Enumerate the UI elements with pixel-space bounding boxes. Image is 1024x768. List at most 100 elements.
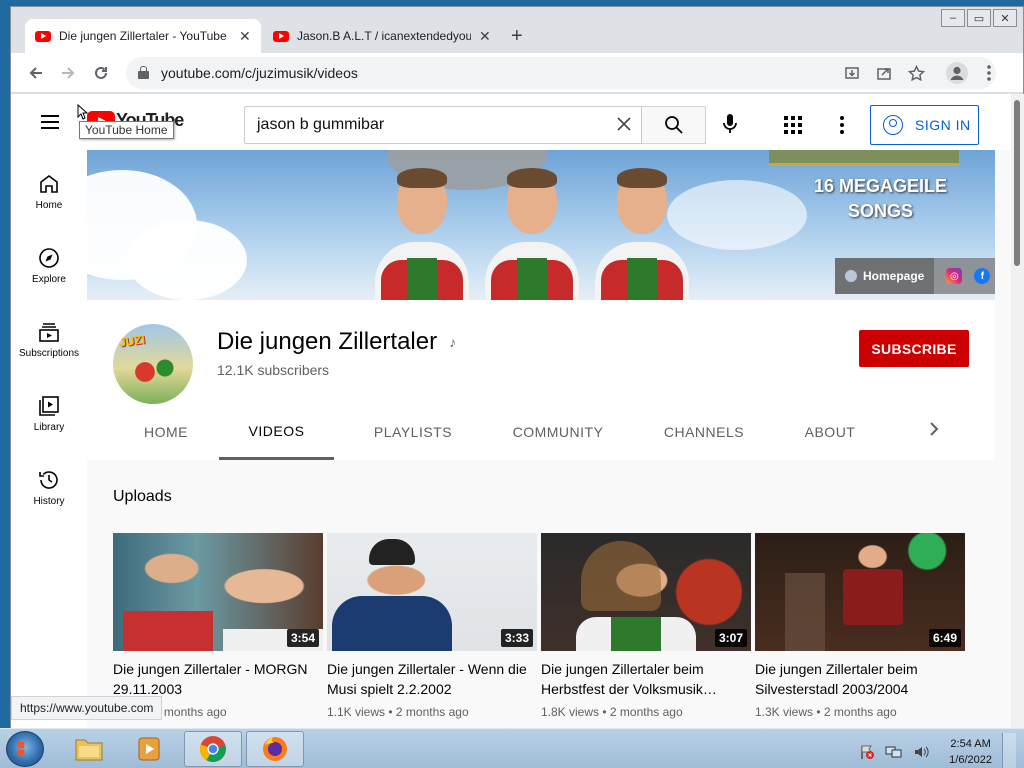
subscribe-button[interactable]: SUBSCRIBE <box>859 330 969 367</box>
guide-item-subscriptions[interactable]: Subscriptions <box>11 306 87 366</box>
tab-home[interactable]: HOME <box>129 404 203 460</box>
youtube-favicon-icon <box>35 30 51 42</box>
media-player-taskbar-button[interactable] <box>120 731 178 767</box>
guide-label: Home <box>35 200 63 211</box>
video-thumbnail[interactable]: 6:49 <box>755 533 965 651</box>
close-tab-icon[interactable]: ✕ <box>479 28 491 45</box>
back-icon[interactable] <box>24 61 48 85</box>
compass-icon <box>39 248 59 268</box>
guide-item-history[interactable]: History <box>11 454 87 514</box>
hamburger-menu-icon[interactable] <box>41 115 59 129</box>
chrome-taskbar-button[interactable] <box>184 731 242 767</box>
tab-youtube[interactable]: Die jungen Zillertaler - YouTube ✕ <box>25 19 261 53</box>
channel-avatar: JUZI <box>113 324 193 404</box>
system-tray: 2:54 AM 1/6/2022 <box>859 733 1016 768</box>
profile-icon[interactable] <box>945 61 969 85</box>
subscriptions-icon <box>39 323 59 342</box>
video-title[interactable]: Die jungen Zillertaler beim Herbstfest d… <box>541 659 751 699</box>
close-tab-icon[interactable]: ✕ <box>239 28 251 45</box>
web-page: YouTube YouTube Home jason b gummibar SI… <box>11 94 1011 729</box>
channel-header: JUZI Die jungen Zillertaler ♪ 12.1K subs… <box>87 300 995 460</box>
page-scrollbar[interactable] <box>1011 94 1024 729</box>
facebook-icon[interactable]: f <box>974 268 991 284</box>
install-app-icon[interactable] <box>840 61 864 85</box>
history-icon <box>39 471 58 489</box>
tab-about[interactable]: ABOUT <box>779 404 881 460</box>
bookmark-star-icon[interactable] <box>904 61 928 85</box>
start-button[interactable] <box>6 731 44 767</box>
lock-icon <box>138 66 149 79</box>
sign-in-button[interactable]: SIGN IN <box>870 105 979 145</box>
chevron-right-icon[interactable] <box>929 420 939 443</box>
window-controls: – ▭ ✕ <box>941 9 1017 27</box>
video-meta: 1.1K views • 2 months ago <box>327 705 469 719</box>
tab-playlists[interactable]: PLAYLISTS <box>349 404 477 460</box>
video-card[interactable]: 3:33 Die jungen Zillertaler - Wenn die M… <box>327 533 537 719</box>
windows-taskbar: 2:54 AM 1/6/2022 <box>0 728 1024 768</box>
apps-grid-icon[interactable] <box>784 116 802 134</box>
banner-person <box>477 168 587 300</box>
home-icon <box>40 175 58 193</box>
tab-jason[interactable]: Jason.B A.L.T / icanextendedyour... ✕ <box>263 19 501 53</box>
guide-item-library[interactable]: Library <box>11 380 87 440</box>
tab-title: Jason.B A.L.T / icanextendedyour... <box>297 29 471 43</box>
clock-time: 2:54 AM <box>950 738 991 750</box>
close-window-button[interactable]: ✕ <box>993 9 1017 27</box>
uploads-heading: Uploads <box>113 488 172 505</box>
video-title[interactable]: Die jungen Zillertaler - Wenn die Musi s… <box>327 659 537 699</box>
music-note-icon: ♪ <box>449 334 457 350</box>
tab-title: Die jungen Zillertaler - YouTube <box>59 29 227 43</box>
search-button[interactable] <box>642 106 706 144</box>
video-title[interactable]: Die jungen Zillertaler beim Silvestersta… <box>755 659 965 699</box>
search-input[interactable]: jason b gummibar <box>244 106 642 144</box>
address-bar[interactable]: youtube.com/c/juzimusik/videos <box>126 57 996 89</box>
channel-name: Die jungen Zillertaler ♪ <box>217 328 457 355</box>
system-clock[interactable]: 2:54 AM 1/6/2022 <box>949 736 992 768</box>
subscriber-count: 12.1K subscribers <box>217 362 330 378</box>
tab-videos[interactable]: VIDEOS <box>219 404 334 460</box>
firefox-taskbar-button[interactable] <box>246 731 304 767</box>
action-center-flag-icon[interactable] <box>859 744 875 760</box>
tab-channels[interactable]: CHANNELS <box>639 404 769 460</box>
video-thumbnail[interactable]: 3:33 <box>327 533 537 651</box>
show-desktop-button[interactable] <box>1002 733 1016 768</box>
video-duration: 3:33 <box>500 629 533 647</box>
browser-window: Die jungen Zillertaler - YouTube ✕ Jason… <box>10 6 1024 729</box>
user-icon <box>883 115 903 135</box>
video-meta: 1.3K views • 2 months ago <box>755 705 897 719</box>
reload-icon[interactable] <box>89 61 113 85</box>
chrome-icon <box>199 736 226 762</box>
video-card[interactable]: 3:54 Die jungen Zillertaler - MORGN 29.1… <box>113 533 323 719</box>
uploads-section: Uploads 3:54 Die jungen Zillertaler - MO… <box>87 460 995 729</box>
new-tab-button[interactable]: + <box>511 25 523 48</box>
scrollbar-thumb[interactable] <box>1014 100 1020 266</box>
channel-banner: 16 MEGAGEILE SONGS Homepage ◎ f 🐦 <box>87 150 995 300</box>
video-duration: 3:54 <box>286 629 319 647</box>
clear-search-icon[interactable] <box>617 114 631 137</box>
minimize-button[interactable]: – <box>941 9 965 27</box>
maximize-button[interactable]: ▭ <box>967 9 991 27</box>
file-explorer-taskbar-button[interactable] <box>60 731 118 767</box>
video-card[interactable]: 3:07 Die jungen Zillertaler beim Herbstf… <box>541 533 751 719</box>
video-card[interactable]: 6:49 Die jungen Zillertaler beim Silvest… <box>755 533 965 719</box>
folder-icon <box>75 739 103 761</box>
library-icon <box>39 396 59 416</box>
guide-item-explore[interactable]: Explore <box>11 232 87 292</box>
instagram-icon[interactable]: ◎ <box>946 268 963 284</box>
homepage-link[interactable]: Homepage <box>835 258 935 294</box>
settings-menu-icon[interactable] <box>840 116 844 134</box>
network-icon[interactable] <box>885 744 903 760</box>
browser-menu-icon[interactable] <box>977 61 1001 85</box>
volume-icon[interactable] <box>913 744 931 760</box>
share-icon[interactable] <box>872 61 896 85</box>
forward-icon[interactable] <box>56 61 80 85</box>
guide-item-home[interactable]: Home <box>11 158 87 218</box>
tab-community[interactable]: COMMUNITY <box>489 404 627 460</box>
firefox-icon <box>263 737 287 761</box>
video-thumbnail[interactable]: 3:07 <box>541 533 751 651</box>
microphone-icon[interactable] <box>722 113 738 140</box>
video-title[interactable]: Die jungen Zillertaler - MORGN 29.11.200… <box>113 659 323 699</box>
status-bar-url: https://www.youtube.com <box>11 696 163 720</box>
clock-date: 1/6/2022 <box>949 754 992 766</box>
video-thumbnail[interactable]: 3:54 <box>113 533 323 651</box>
